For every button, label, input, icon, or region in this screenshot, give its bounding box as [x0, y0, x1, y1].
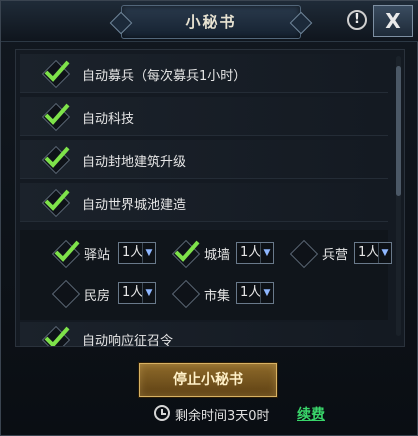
- option-label: 自动世界城池建造: [82, 198, 187, 213]
- clock-icon: [154, 405, 170, 421]
- building-label: 驿站: [84, 248, 111, 263]
- checkbox-auto-recruit[interactable]: [41, 59, 71, 89]
- check-icon: [44, 146, 70, 168]
- option-auto-world-city[interactable]: 自动世界城池建造: [20, 183, 388, 222]
- option-auto-tech[interactable]: 自动科技: [20, 97, 388, 136]
- option-label: 自动封地建筑升级: [82, 155, 187, 170]
- chevron-down-icon: ▼: [142, 243, 155, 263]
- secretary-window: 小秘书 ! X 自动募兵（每次募兵1小时） 自动科技 自动封地建筑升级 自动世界…: [0, 0, 418, 436]
- scrollbar[interactable]: [396, 56, 401, 336]
- check-icon: [44, 189, 70, 211]
- select-value: 1人: [240, 245, 262, 260]
- select-value: 1人: [122, 285, 144, 300]
- residence-select[interactable]: 1人 ▼: [118, 282, 156, 304]
- options-panel: 自动募兵（每次募兵1小时） 自动科技 自动封地建筑升级 自动世界城池建造 驿站 …: [15, 49, 405, 347]
- checkbox-auto-world-city[interactable]: [41, 188, 71, 218]
- building-label: 城墙: [204, 248, 231, 263]
- chevron-down-icon: ▼: [378, 243, 391, 263]
- chevron-down-icon: ▼: [260, 283, 273, 303]
- select-value: 1人: [122, 245, 144, 260]
- option-auto-recruit[interactable]: 自动募兵（每次募兵1小时）: [20, 54, 388, 93]
- barracks-select[interactable]: 1人 ▼: [354, 242, 392, 264]
- chevron-down-icon: ▼: [142, 283, 155, 303]
- remaining-time: 剩余时间3天0时: [175, 409, 270, 424]
- market-select[interactable]: 1人 ▼: [236, 282, 274, 304]
- building-label: 民房: [84, 289, 111, 304]
- option-auto-respond-summon[interactable]: 自动响应征召令: [20, 322, 388, 347]
- select-value: 1人: [358, 245, 380, 260]
- option-label: 自动募兵（每次募兵1小时）: [82, 69, 247, 84]
- renew-link[interactable]: 续费: [297, 404, 325, 424]
- help-icon[interactable]: !: [347, 10, 367, 30]
- post-station-select[interactable]: 1人 ▼: [118, 242, 156, 264]
- building-label: 市集: [204, 289, 231, 304]
- checkbox-residence[interactable]: [51, 279, 81, 309]
- checkbox-auto-tech[interactable]: [41, 102, 71, 132]
- building-options: 驿站 1人 ▼ 城墙 1人 ▼ 兵营 1人 ▼ 民房 1人 ▼ 市集 1人 ▼: [20, 230, 392, 320]
- building-label: 兵营: [322, 248, 349, 263]
- stop-secretary-button[interactable]: 停止小秘书: [139, 363, 277, 397]
- checkbox-city-wall[interactable]: [171, 239, 201, 269]
- checkbox-barracks[interactable]: [289, 239, 319, 269]
- checkbox-auto-respond-summon[interactable]: [41, 325, 71, 346]
- close-button[interactable]: X: [373, 5, 413, 37]
- city-wall-select[interactable]: 1人 ▼: [236, 242, 274, 264]
- option-label: 自动科技: [82, 112, 135, 127]
- option-auto-fief-upgrade[interactable]: 自动封地建筑升级: [20, 140, 388, 179]
- checkbox-market[interactable]: [171, 279, 201, 309]
- check-icon: [44, 103, 70, 125]
- check-icon: [54, 240, 80, 262]
- scroll-thumb[interactable]: [396, 66, 401, 196]
- title-bar: 小秘书 ! X: [1, 1, 418, 42]
- checkbox-post-station[interactable]: [51, 239, 81, 269]
- chevron-down-icon: ▼: [260, 243, 273, 263]
- check-icon: [174, 240, 200, 262]
- check-icon: [44, 326, 70, 346]
- checkbox-auto-fief-upgrade[interactable]: [41, 145, 71, 175]
- select-value: 1人: [240, 285, 262, 300]
- check-icon: [44, 60, 70, 82]
- window-title: 小秘书: [121, 5, 301, 39]
- option-label: 自动响应征召令: [82, 334, 174, 347]
